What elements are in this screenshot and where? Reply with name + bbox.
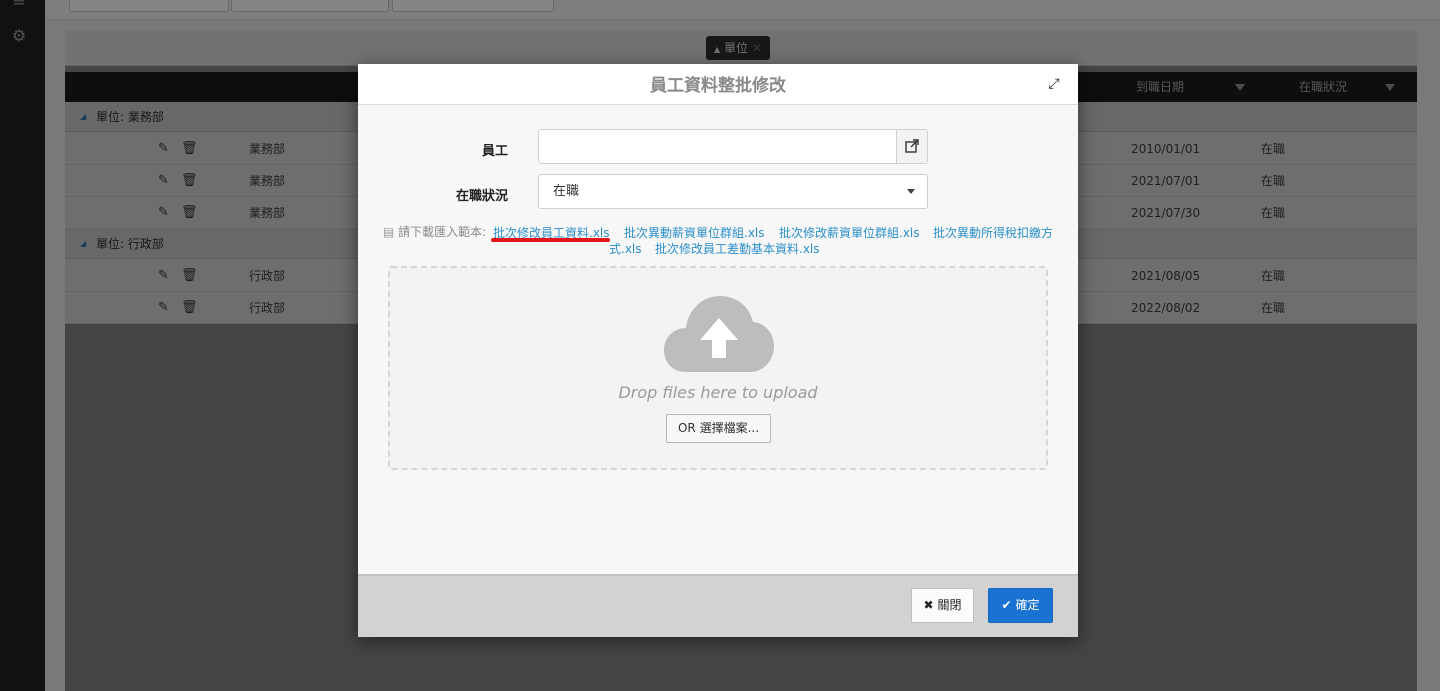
dialog-footer: ✖ 關閉 ✔ 確定 [358, 574, 1078, 637]
template-prefix: ▤ 請下載匯入範本: [383, 224, 486, 240]
check-icon: ✔ [1001, 598, 1012, 612]
dropzone-text: Drop files here to upload [618, 383, 818, 402]
confirm-button[interactable]: ✔ 確定 [988, 588, 1053, 623]
close-button-label: 關閉 [937, 598, 962, 612]
choose-file-button[interactable]: OR 選擇檔案... [666, 414, 771, 443]
open-picker-button[interactable] [896, 130, 927, 163]
close-button[interactable]: ✖ 關閉 [911, 588, 974, 623]
chevron-down-icon [907, 189, 915, 194]
template-link-attendance[interactable]: 批次修改員工差勤基本資料.xls [655, 241, 820, 257]
status-label: 在職狀況 [455, 189, 508, 204]
close-icon: ✖ [923, 598, 934, 612]
file-icon: ▤ [383, 225, 395, 239]
status-select[interactable]: 在職 [538, 174, 928, 209]
template-link-tax-method[interactable]: 批次異動所得稅扣繳方 [933, 225, 1053, 241]
cloud-upload-icon [664, 296, 774, 372]
employee-picker[interactable] [538, 129, 928, 164]
template-link-salary-group-change[interactable]: 批次異動薪資單位群組.xls [624, 225, 765, 241]
maximize-icon[interactable]: ⤢ [1046, 76, 1062, 92]
status-value: 在職 [553, 184, 580, 199]
template-link-tax-method-ext[interactable]: 式.xls [609, 241, 642, 257]
highlight-underline [491, 238, 610, 242]
employee-label: 員工 [481, 144, 508, 159]
file-dropzone[interactable]: Drop files here to upload OR 選擇檔案... [388, 266, 1048, 470]
template-prefix-text: 請下載匯入範本: [398, 225, 487, 239]
dialog-title: 員工資料整批修改 [650, 76, 786, 96]
batch-edit-dialog: 員工資料整批修改 ⤢ 員工 在職狀況 在職 ▤ 請下載匯入範本: 批次修改員工資… [358, 64, 1078, 637]
template-link-salary-group-edit[interactable]: 批次修改薪資單位群組.xls [779, 225, 920, 241]
external-link-icon [905, 139, 919, 153]
confirm-button-label: 確定 [1015, 598, 1040, 612]
dialog-header: 員工資料整批修改 ⤢ [358, 64, 1078, 105]
